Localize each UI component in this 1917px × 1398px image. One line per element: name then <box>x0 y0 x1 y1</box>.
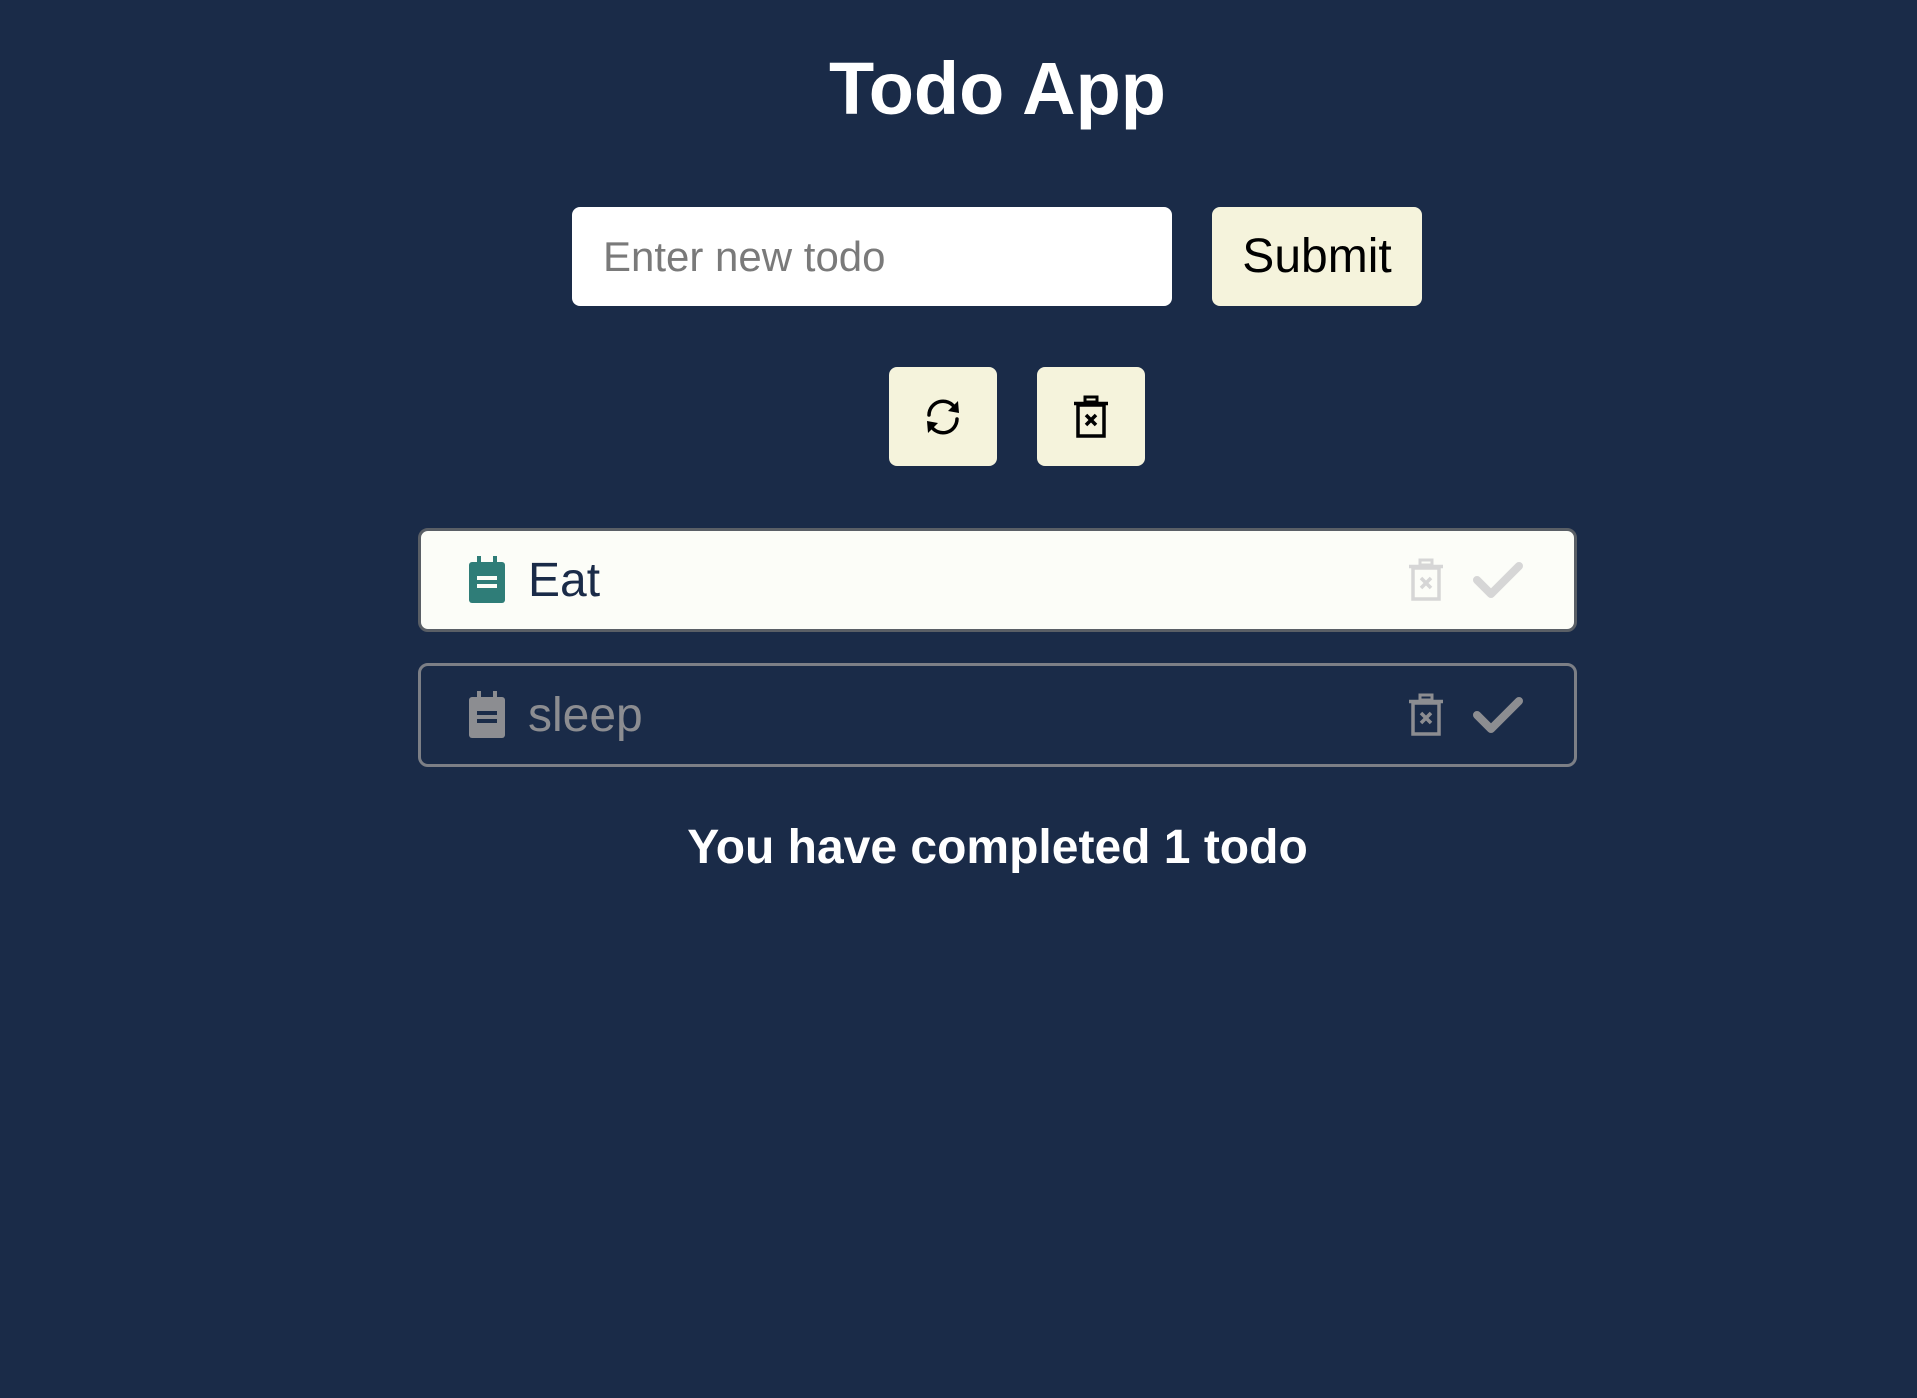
delete-todo-icon[interactable] <box>1404 558 1448 602</box>
submit-button[interactable]: Submit <box>1212 207 1422 306</box>
todo-item-completed[interactable]: sleep <box>418 663 1577 767</box>
complete-todo-icon[interactable] <box>1472 560 1524 600</box>
refresh-button[interactable] <box>889 367 997 466</box>
todo-text: sleep <box>528 689 643 742</box>
new-todo-input[interactable] <box>572 207 1172 306</box>
clipboard-icon <box>469 556 505 603</box>
complete-todo-icon[interactable] <box>1472 695 1524 735</box>
trash-x-icon <box>1074 395 1108 438</box>
delete-todo-icon[interactable] <box>1404 693 1448 737</box>
clipboard-icon <box>469 691 505 738</box>
completed-count-text: You have completed 1 todo <box>687 821 1308 874</box>
todo-text: Eat <box>528 554 601 607</box>
page-title: Todo App <box>829 47 1166 130</box>
todo-item[interactable]: Eat <box>418 528 1577 632</box>
refresh-icon <box>927 398 959 435</box>
clear-all-button[interactable] <box>1037 367 1145 466</box>
